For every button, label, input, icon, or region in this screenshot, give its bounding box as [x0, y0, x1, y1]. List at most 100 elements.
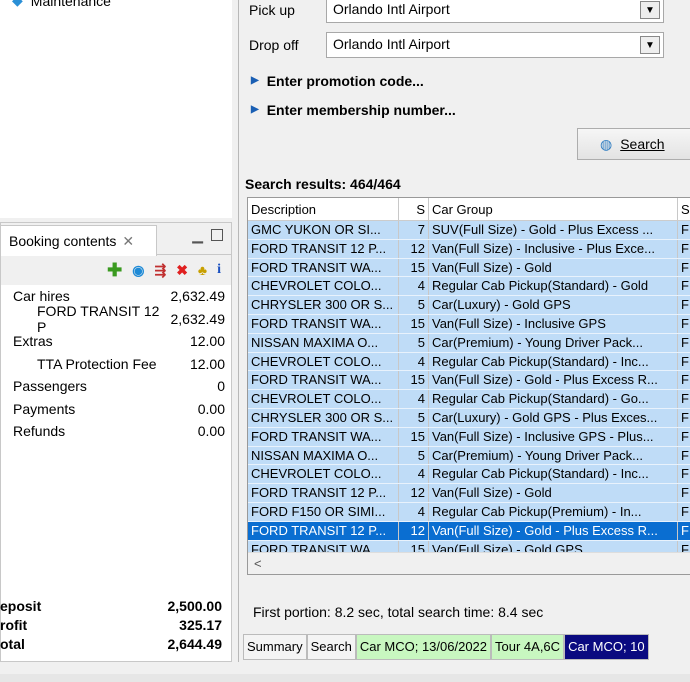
table-row[interactable]: CHEVROLET COLO... 4 Regular Cab Pickup(Sta…: [248, 465, 690, 485]
table-row[interactable]: CHRYSLER 300 OR S... 5 Car(Luxury) - Gold …: [248, 296, 690, 315]
table-row[interactable]: NISSAN MAXIMA O... 5 Car(Premium) - Young …: [248, 333, 690, 353]
scroll-left-icon[interactable]: <: [254, 556, 262, 571]
booking-item-label: Passengers: [13, 378, 87, 395]
booking-item-label: Payments: [13, 400, 76, 417]
table-cell: FORD TRANSIT WA...: [248, 258, 399, 277]
maintenance-icon: ◆: [12, 0, 23, 8]
table-cell: NISSAN MAXIMA O...: [248, 446, 399, 465]
table-row[interactable]: FORD TRANSIT 12 P... 12 Van(Full Size) - G…: [248, 484, 690, 503]
column-header-seats[interactable]: S: [399, 198, 429, 220]
booking-item-value: 0.00: [197, 400, 225, 417]
total-row: rofit 325.17: [0, 615, 228, 634]
pickup-select[interactable]: Orlando Intl Airport ▼: [326, 0, 664, 23]
table-row[interactable]: CHEVROLET COLO... 4 Regular Cab Pickup(Sta…: [248, 277, 690, 297]
total-label: eposit: [0, 597, 42, 614]
close-icon[interactable]: ✕: [122, 233, 134, 250]
booking-item-value: 0: [217, 378, 225, 395]
chevron-down-icon[interactable]: ▼: [640, 1, 660, 19]
table-row[interactable]: FORD TRANSIT 12 P... 12 Van(Full Size) - I…: [248, 239, 690, 259]
booking-item-label: TTA Protection Fee: [37, 355, 157, 372]
table-cell: FORD TRANSIT WA...: [248, 371, 399, 390]
table-row[interactable]: FORD TRANSIT WA... 15 Van(Full Size) - Inc…: [248, 314, 690, 334]
table-row[interactable]: CHRYSLER 300 OR S... 5 Car(Luxury) - Gold …: [248, 408, 690, 428]
table-row[interactable]: FORD TRANSIT WA... 15 Van(Full Size) - Gol…: [248, 258, 690, 278]
table-cell: 15: [399, 258, 429, 277]
island-icon[interactable]: ♣: [198, 262, 207, 278]
table-row[interactable]: NISSAN MAXIMA O... 5 Car(Premium) - Young …: [248, 446, 690, 466]
horizontal-scrollbar[interactable]: <: [248, 552, 690, 574]
table-cell: FORD F150 OR SIMI...: [248, 502, 399, 521]
table-cell: F: [681, 315, 689, 331]
table-row[interactable]: GMC YUKON OR SI... 7 SUV(Full Size) - Gold…: [248, 221, 690, 240]
results-table: Description S Car Group S GMC YUKON OR S…: [247, 197, 690, 575]
booking-item[interactable]: Payments 0.00: [1, 398, 231, 421]
add-icon[interactable]: ✚: [107, 260, 122, 281]
table-cell: F: [681, 522, 689, 538]
booking-item[interactable]: Refunds 0.00: [1, 420, 231, 443]
total-value: 2,644.49: [167, 635, 223, 652]
table-cell: 12: [399, 239, 429, 258]
minimize-icon[interactable]: ▁: [192, 227, 203, 244]
table-cell: F: [681, 278, 689, 294]
table-cell: FORD TRANSIT WA...: [248, 427, 399, 446]
membership-number-expander[interactable]: ▶ Enter membership number...: [251, 102, 456, 118]
nav-item-maintenance[interactable]: ◆ Maintenance: [12, 0, 111, 9]
bottom-tab[interactable]: Summary: [243, 634, 307, 660]
refresh-icon[interactable]: ◉: [132, 262, 144, 279]
bottom-tabs: Summary Search Car MCO; 13/06/2022 Tour 4A,…: [243, 634, 649, 660]
table-cell: Regular Cab Pickup(Standard) - Inc...: [429, 352, 678, 371]
table-row[interactable]: FORD TRANSIT 12 P... 12 Van(Full Size) - G…: [248, 521, 690, 541]
table-cell: 15: [399, 427, 429, 446]
table-row[interactable]: FORD F150 OR SIMI... 4 Regular Cab Pickup(…: [248, 502, 690, 522]
table-row[interactable]: FORD TRANSIT WA... 15 Van(Full Size) - Gol…: [248, 371, 690, 391]
table-cell: NISSAN MAXIMA O...: [248, 333, 399, 352]
search-button[interactable]: ◍ Search: [577, 128, 690, 160]
info-icon[interactable]: i: [217, 262, 221, 278]
table-row[interactable]: CHEVROLET COLO... 4 Regular Cab Pickup(Sta…: [248, 390, 690, 409]
table-cell: GMC YUKON OR SI...: [248, 221, 399, 239]
chevron-down-icon[interactable]: ▼: [640, 36, 660, 54]
table-cell: Van(Full Size) - Inclusive GPS: [429, 314, 678, 333]
bottom-tab[interactable]: Tour 4A,6C: [491, 634, 565, 660]
search-button-label: Search: [620, 136, 665, 152]
table-cell: 4: [399, 390, 429, 408]
booking-toolbar: ✚ ◉ ⇶ ✖ ♣ i: [1, 255, 231, 285]
table-cell: CHRYSLER 300 OR S...: [248, 408, 399, 427]
table-cell: Car(Luxury) - Gold GPS: [429, 296, 678, 314]
total-label: rofit: [0, 616, 28, 633]
table-cell: Regular Cab Pickup(Standard) - Gold: [429, 277, 678, 296]
tab-booking-contents[interactable]: Booking contents ✕: [1, 225, 157, 256]
bottom-tab[interactable]: Car MCO; 13/06/2022: [355, 634, 492, 660]
search-results-count: Search results: 464/464: [245, 176, 401, 192]
table-cell: F: [681, 353, 689, 369]
navigation-panel: ◆ Maintenance: [0, 0, 232, 218]
table-cell: 5: [399, 446, 429, 465]
cart-transfer-icon[interactable]: ⇶: [154, 262, 166, 279]
table-cell: CHEVROLET COLO...: [248, 465, 399, 484]
booking-item-value: 0.00: [197, 423, 225, 440]
booking-item[interactable]: Passengers 0: [1, 375, 231, 398]
table-row[interactable]: CHEVROLET COLO... 4 Regular Cab Pickup(Sta…: [248, 352, 690, 372]
booking-item-label: Refunds: [13, 423, 66, 440]
column-header-supplier[interactable]: S: [678, 198, 690, 220]
promotion-code-expander[interactable]: ▶ Enter promotion code...: [251, 73, 424, 89]
booking-item[interactable]: TTA Protection Fee 12.00: [1, 353, 231, 376]
table-cell: 4: [399, 502, 429, 521]
bottom-tab[interactable]: Search: [306, 634, 356, 660]
table-cell: Car(Premium) - Young Driver Pack...: [429, 333, 678, 352]
delete-icon[interactable]: ✖: [176, 262, 188, 279]
bottom-tab[interactable]: Car MCO; 10: [564, 634, 649, 660]
table-cell: Regular Cab Pickup(Standard) - Go...: [429, 390, 678, 408]
table-cell: F: [681, 503, 689, 519]
booking-item[interactable]: FORD TRANSIT 12 P 2,632.49: [1, 303, 231, 335]
table-row[interactable]: FORD TRANSIT WA... 15 Van(Full Size) - Inc…: [248, 427, 690, 447]
column-header-description[interactable]: Description: [248, 198, 399, 220]
table-cell: CHEVROLET COLO...: [248, 352, 399, 371]
nav-item-label: Maintenance: [30, 0, 111, 9]
table-cell: F: [681, 259, 689, 275]
table-cell: F: [681, 409, 689, 425]
dropoff-select[interactable]: Orlando Intl Airport ▼: [326, 32, 664, 58]
column-header-car-group[interactable]: Car Group: [429, 198, 678, 220]
table-cell: 4: [399, 277, 429, 296]
maximize-icon[interactable]: [211, 229, 223, 241]
